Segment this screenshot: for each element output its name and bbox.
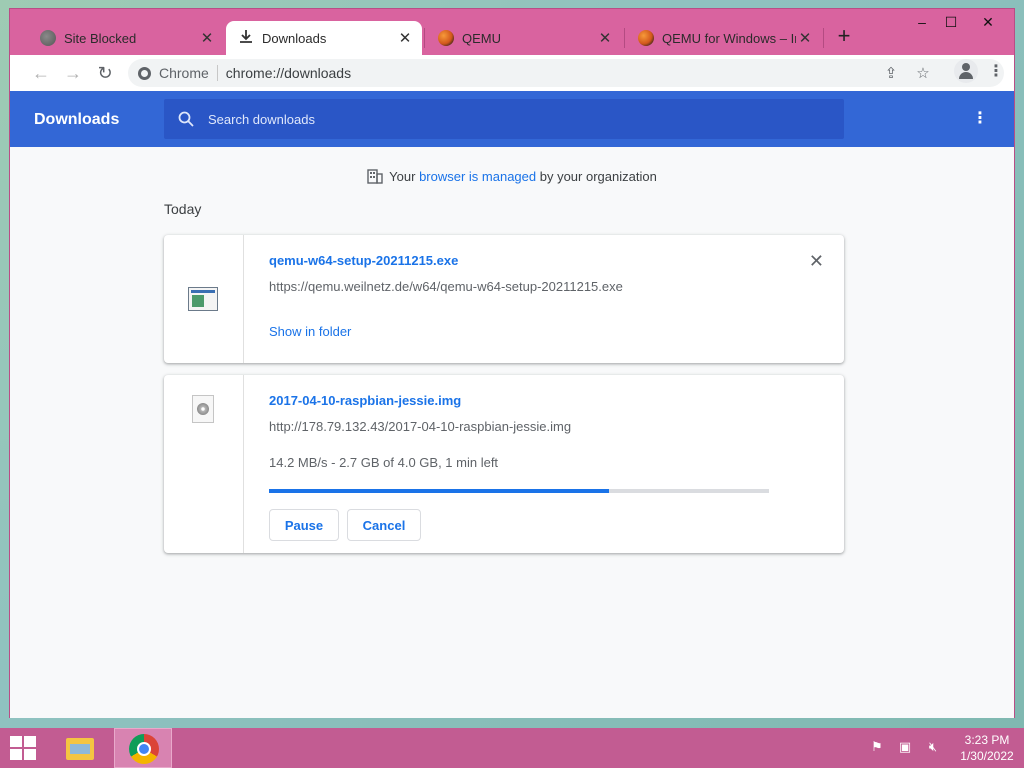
close-tab-icon[interactable]: ✕ bbox=[596, 29, 614, 47]
taskbar-chrome-button[interactable] bbox=[114, 728, 172, 768]
download-filename[interactable]: 2017-04-10-raspbian-jessie.img bbox=[269, 393, 461, 408]
tab-title: Site Blocked bbox=[64, 30, 137, 46]
omnibox-actions: ⇪ ☆ bbox=[878, 59, 936, 87]
arrow-left-icon: ← bbox=[32, 62, 50, 83]
windows-logo-icon bbox=[24, 736, 36, 747]
clock-date: 1/30/2022 bbox=[960, 749, 1014, 763]
maximize-button[interactable]: ☐ bbox=[936, 11, 966, 35]
search-placeholder: Search downloads bbox=[208, 111, 315, 127]
download-url[interactable]: http://178.79.132.43/2017-04-10-raspbian… bbox=[269, 419, 571, 434]
profile-avatar-icon[interactable] bbox=[954, 59, 978, 83]
globe-icon bbox=[40, 30, 56, 46]
reload-icon: ↻ bbox=[97, 62, 113, 83]
action-center-flag-icon[interactable]: ⚑ bbox=[866, 739, 888, 757]
browser-menu-icon[interactable]: ⋮ bbox=[986, 61, 1006, 81]
toolbar-right: ⋮ bbox=[954, 59, 1006, 83]
chrome-logo-icon bbox=[129, 734, 159, 764]
share-icon[interactable]: ⇪ bbox=[878, 64, 904, 82]
volume-muted-icon[interactable]: 🔇︎ bbox=[922, 739, 944, 757]
windows-logo-icon bbox=[10, 736, 22, 747]
omnibox-separator bbox=[216, 65, 218, 81]
system-tray: ⚑ ▣ 🔇︎ 3:23 PM 1/30/2022 bbox=[866, 728, 1024, 768]
omnibox-url[interactable]: chrome://downloads bbox=[226, 65, 351, 81]
search-icon bbox=[164, 111, 208, 127]
building-icon bbox=[367, 169, 383, 187]
omnibox-chip[interactable]: Chrome bbox=[128, 65, 217, 81]
page-title: Downloads bbox=[34, 111, 120, 128]
windows-logo-icon bbox=[10, 749, 22, 760]
download-status: 14.2 MB/s - 2.7 GB of 4.0 GB, 1 min left bbox=[269, 455, 499, 470]
windows-taskbar: ⚑ ▣ 🔇︎ 3:23 PM 1/30/2022 bbox=[0, 728, 1024, 768]
remove-download-icon[interactable]: ✕ bbox=[809, 251, 824, 272]
download-url[interactable]: https://qemu.weilnetz.de/w64/qemu-w64-se… bbox=[269, 279, 623, 294]
browser-toolbar: ← → ↻ Chrome chrome://downloads ⇪ ☆ ⋮ bbox=[10, 55, 1014, 91]
forward-button[interactable]: → bbox=[58, 58, 88, 88]
downloads-page: Downloads Search downloads ⋮ Your browse… bbox=[10, 91, 1014, 718]
tab-qemu-windows[interactable]: QEMU for Windows – Ins ✕ bbox=[626, 21, 822, 55]
browser-window: Site Blocked ✕ Downloads ✕ QEMU ✕ QEMU f… bbox=[9, 8, 1015, 718]
tab-site-blocked[interactable]: Site Blocked ✕ bbox=[28, 21, 224, 55]
reload-button[interactable]: ↻ bbox=[90, 58, 120, 88]
tab-separator bbox=[424, 28, 425, 48]
tab-qemu[interactable]: QEMU ✕ bbox=[426, 21, 622, 55]
search-downloads-input[interactable]: Search downloads bbox=[164, 99, 844, 139]
close-window-button[interactable]: ✕ bbox=[973, 11, 1003, 35]
clock-time: 3:23 PM bbox=[964, 733, 1010, 747]
managed-suffix: by your organization bbox=[536, 169, 657, 184]
qemu-icon bbox=[438, 30, 454, 46]
tab-title: QEMU for Windows – Ins bbox=[662, 30, 796, 46]
tab-strip: Site Blocked ✕ Downloads ✕ QEMU ✕ QEMU f… bbox=[10, 9, 1014, 55]
pause-button[interactable]: Pause bbox=[269, 509, 339, 541]
close-tab-icon[interactable]: ✕ bbox=[396, 29, 414, 47]
start-button[interactable] bbox=[10, 736, 38, 760]
clock[interactable]: 3:23 PM 1/30/2022 bbox=[950, 732, 1024, 764]
more-actions-icon[interactable]: ⋮ bbox=[972, 108, 988, 128]
date-section-heading: Today bbox=[164, 201, 202, 217]
downloads-header: Downloads Search downloads ⋮ bbox=[10, 91, 1014, 147]
new-tab-button[interactable]: + bbox=[832, 25, 856, 49]
omnibox-chip-label: Chrome bbox=[159, 65, 209, 81]
tab-separator bbox=[823, 28, 824, 48]
managed-link[interactable]: browser is managed bbox=[419, 169, 536, 184]
download-item: qemu-w64-setup-20211215.exe https://qemu… bbox=[164, 235, 844, 363]
exe-file-icon bbox=[188, 287, 218, 311]
windows-logo-icon bbox=[24, 749, 36, 760]
tab-downloads[interactable]: Downloads ✕ bbox=[226, 21, 422, 55]
address-bar[interactable]: Chrome chrome://downloads ⇪ ☆ bbox=[128, 59, 1004, 87]
download-icon bbox=[238, 30, 254, 46]
minimize-button[interactable]: – bbox=[907, 11, 937, 35]
managed-prefix: Your bbox=[389, 169, 420, 184]
file-explorer-icon[interactable] bbox=[64, 734, 96, 762]
back-button[interactable]: ← bbox=[26, 58, 56, 88]
file-icon-column bbox=[164, 235, 244, 363]
cancel-button[interactable]: Cancel bbox=[347, 509, 421, 541]
close-tab-icon[interactable]: ✕ bbox=[796, 29, 814, 47]
download-filename[interactable]: qemu-w64-setup-20211215.exe bbox=[269, 253, 458, 268]
network-icon[interactable]: ▣ bbox=[894, 739, 916, 757]
tab-title: QEMU bbox=[462, 30, 501, 46]
tab-separator bbox=[624, 28, 625, 48]
close-tab-icon[interactable]: ✕ bbox=[198, 29, 216, 47]
chrome-icon bbox=[138, 66, 151, 80]
download-item: 2017-04-10-raspbian-jessie.img http://17… bbox=[164, 375, 844, 553]
file-icon-column bbox=[164, 375, 244, 553]
managed-notice: Your browser is managed by your organiza… bbox=[10, 169, 1014, 187]
bookmark-star-icon[interactable]: ☆ bbox=[910, 64, 936, 82]
arrow-right-icon: → bbox=[64, 62, 82, 83]
tab-title: Downloads bbox=[262, 30, 327, 46]
qemu-icon bbox=[638, 30, 654, 46]
download-progress-bar bbox=[269, 489, 769, 493]
show-in-folder-link[interactable]: Show in folder bbox=[269, 324, 351, 339]
download-progress-fill bbox=[269, 489, 609, 493]
disk-image-icon bbox=[192, 395, 214, 423]
